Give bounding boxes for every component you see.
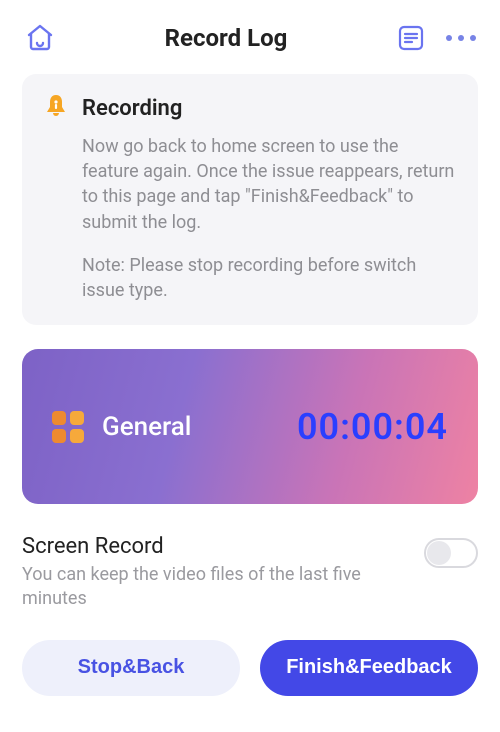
- category-grid-icon: [52, 411, 84, 443]
- recording-category: General: [102, 412, 191, 442]
- screen-record-title: Screen Record: [22, 534, 404, 559]
- recording-info-card: Recording Now go back to home screen to …: [22, 74, 478, 325]
- toggle-knob: [427, 541, 451, 565]
- info-note-text: Note: Please stop recording before switc…: [82, 253, 458, 303]
- bell-alert-icon: [42, 92, 70, 124]
- info-heading: Recording: [82, 96, 182, 121]
- more-icon[interactable]: [446, 35, 476, 41]
- home-icon[interactable]: [24, 22, 56, 54]
- info-body-text: Now go back to home screen to use the fe…: [82, 134, 458, 235]
- screen-record-description: You can keep the video files of the last…: [22, 563, 404, 612]
- stop-back-button[interactable]: Stop&Back: [22, 640, 240, 696]
- header: Record Log: [0, 0, 500, 74]
- screen-record-toggle[interactable]: [424, 538, 478, 568]
- page-title: Record Log: [165, 24, 288, 52]
- list-icon[interactable]: [396, 23, 426, 53]
- button-row: Stop&Back Finish&Feedback: [0, 640, 500, 696]
- recording-status-card: General 00:00:04: [22, 349, 478, 504]
- finish-feedback-button[interactable]: Finish&Feedback: [260, 640, 478, 696]
- screen-record-row: Screen Record You can keep the video fil…: [22, 534, 478, 612]
- recording-timer: 00:00:04: [297, 406, 448, 448]
